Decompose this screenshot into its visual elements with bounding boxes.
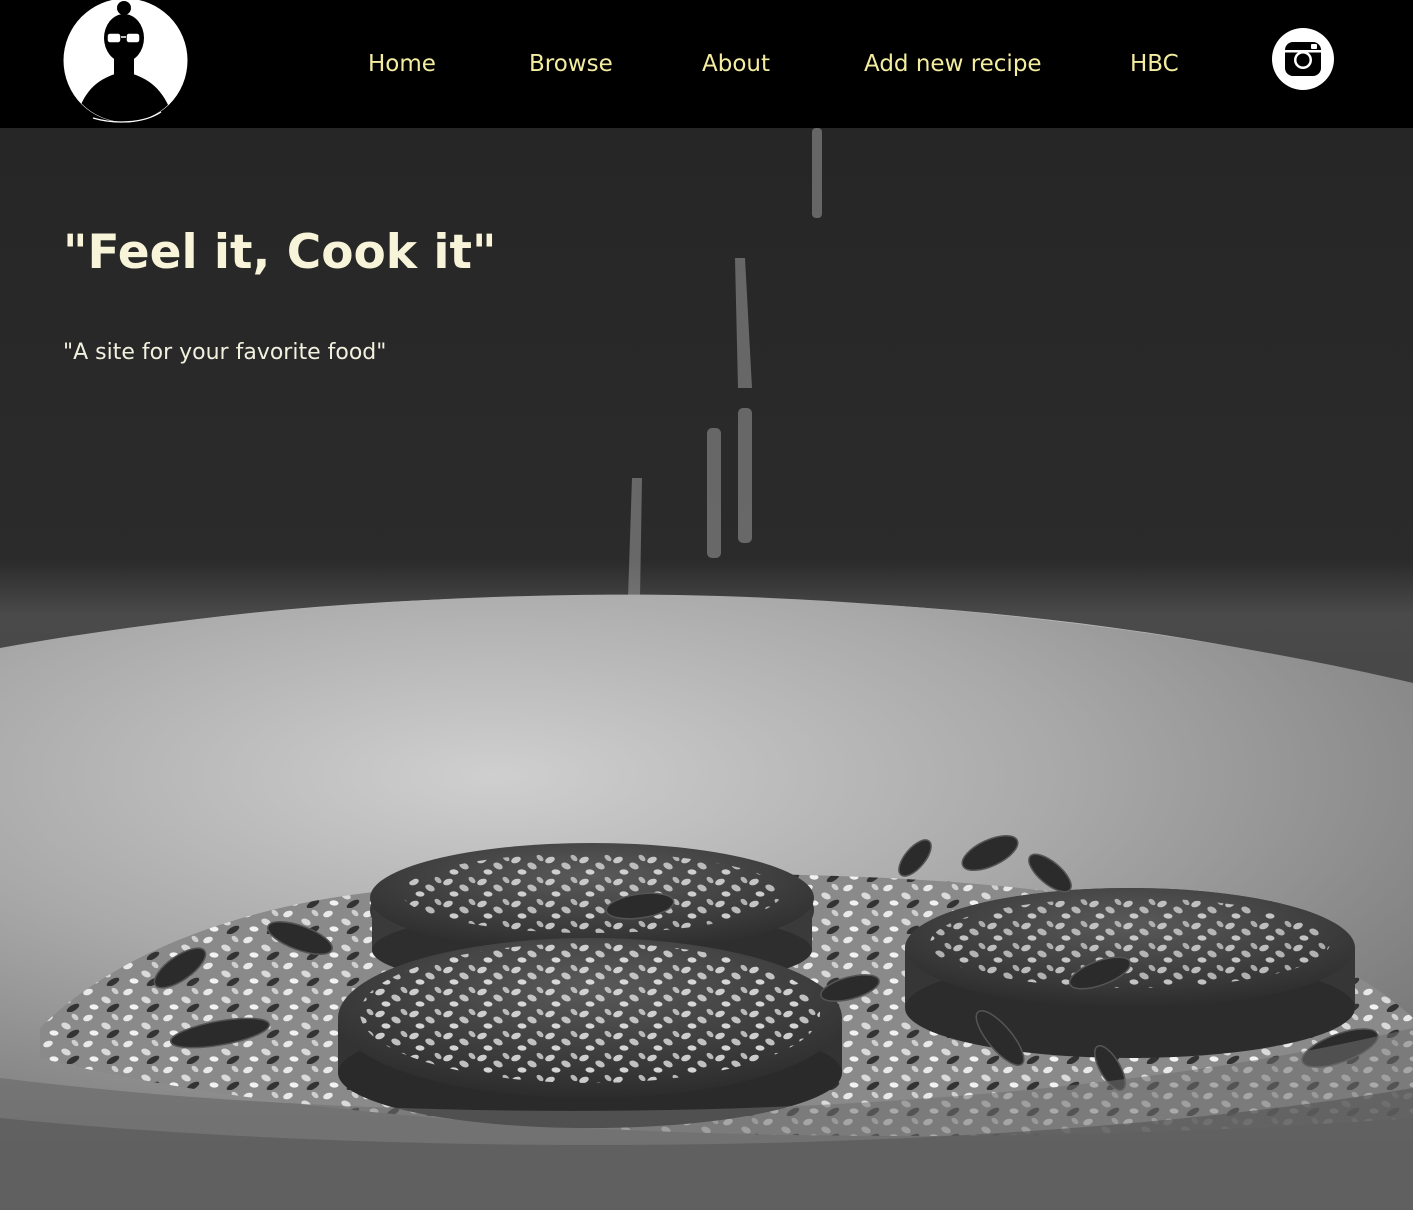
nav-home-link[interactable]: Home xyxy=(368,48,436,80)
hero-subtitle: "A site for your favorite food" xyxy=(63,340,387,365)
hero-section: "Feel it, Cook it" "A site for your favo… xyxy=(0,128,1413,1210)
navbar: Home Browse About Add new recipe HBC xyxy=(0,0,1413,128)
main-nav: Home Browse About Add new recipe HBC xyxy=(0,0,1413,128)
instagram-icon[interactable] xyxy=(1272,28,1334,90)
nav-hbc-link[interactable]: HBC xyxy=(1130,48,1179,80)
hero-title: "Feel it, Cook it" xyxy=(63,225,497,280)
nav-add-recipe-link[interactable]: Add new recipe xyxy=(864,48,1042,80)
hero-food-photo xyxy=(0,128,1413,1210)
nav-about-link[interactable]: About xyxy=(702,48,770,80)
nav-browse-link[interactable]: Browse xyxy=(529,48,613,80)
